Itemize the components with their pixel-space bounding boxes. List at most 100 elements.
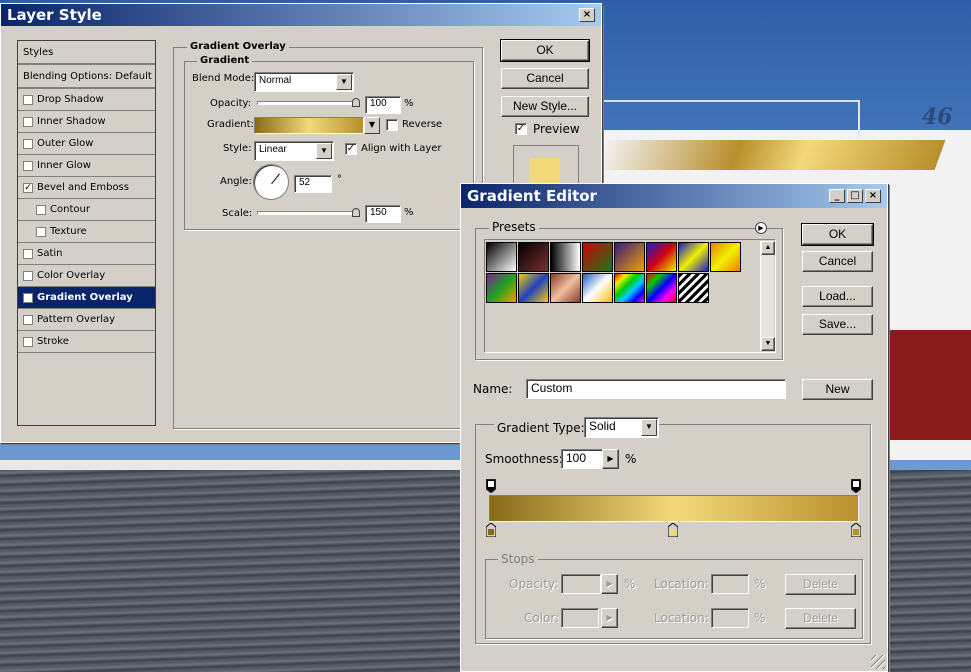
sidebar-item-bevel-and-emboss[interactable]: ✓ Bevel and Emboss (18, 177, 155, 199)
scale-slider-thumb[interactable] (352, 208, 360, 217)
layer-style-cancel-button[interactable]: Cancel (501, 68, 589, 89)
sidebar-checkbox[interactable] (23, 116, 33, 127)
layer-style-close-button[interactable]: × (579, 8, 595, 22)
sidebar-checkbox[interactable] (23, 138, 33, 149)
blend-mode-select[interactable]: Normal ▼ (254, 72, 354, 92)
delete-opacity-stop-button[interactable]: Delete (785, 574, 856, 595)
stop-opacity-location-input[interactable] (711, 574, 749, 594)
stop-color-arrow[interactable]: ▶ (601, 608, 618, 628)
sidebar-checkbox[interactable] (23, 314, 33, 325)
presets-menu-icon[interactable]: ▶ (755, 222, 767, 234)
style-select[interactable]: Linear ▼ (254, 141, 334, 161)
opacity-stop-right[interactable] (850, 478, 862, 494)
gradient-picker-arrow[interactable]: ▼ (364, 117, 380, 134)
stop-opacity-location-label: Location: (654, 577, 709, 591)
sidebar-item-satin[interactable]: Satin (18, 243, 155, 265)
gradient-type-select[interactable]: Solid ▼ (584, 417, 659, 438)
preset-swatch[interactable] (518, 273, 549, 303)
opacity-slider-thumb[interactable] (352, 98, 360, 107)
opacity-stop-left[interactable] (485, 478, 497, 494)
preset-swatch[interactable] (678, 273, 709, 303)
preset-swatch[interactable] (614, 242, 645, 272)
stop-opacity-arrow[interactable]: ▶ (601, 574, 618, 594)
save-button[interactable]: Save... (802, 314, 873, 335)
gradient-preview[interactable] (254, 117, 364, 134)
stop-color-swatch[interactable] (561, 608, 599, 628)
color-stop-middle[interactable] (667, 522, 679, 538)
preview-checkbox[interactable]: ✓ (515, 123, 527, 135)
maximize-button[interactable]: □ (847, 189, 863, 203)
opacity-slider[interactable] (257, 101, 359, 105)
preset-swatch[interactable] (582, 242, 613, 272)
chevron-down-icon[interactable]: ▼ (336, 74, 352, 90)
sidebar-checkbox[interactable]: ✓ (23, 292, 33, 303)
align-with-layer-checkbox[interactable]: ✓ (345, 143, 357, 155)
smoothness-input[interactable]: 100 (561, 449, 603, 469)
gradient-editor-cancel-button[interactable]: Cancel (802, 251, 873, 272)
sidebar-checkbox[interactable] (23, 248, 33, 259)
color-stop-left[interactable] (485, 522, 497, 538)
new-button[interactable]: New (802, 379, 873, 400)
preset-swatch[interactable] (550, 273, 581, 303)
sidebar-item-pattern-overlay[interactable]: Pattern Overlay (18, 309, 155, 331)
reverse-checkbox[interactable] (386, 119, 398, 131)
preset-swatch[interactable] (646, 273, 677, 303)
preset-swatch[interactable] (710, 242, 741, 272)
preset-swatch[interactable] (550, 242, 581, 272)
sidebar-item-blending-options-default[interactable]: Blending Options: Default (18, 65, 155, 89)
sidebar-item-inner-shadow[interactable]: Inner Shadow (18, 111, 155, 133)
preset-swatch[interactable] (678, 242, 709, 272)
resize-grip-icon[interactable] (871, 655, 885, 669)
sidebar-item-texture[interactable]: Texture (18, 221, 155, 243)
chevron-down-icon[interactable]: ▼ (316, 143, 332, 159)
color-stop-right[interactable] (850, 522, 862, 538)
minimize-button[interactable]: _ (829, 189, 845, 203)
sidebar-item-drop-shadow[interactable]: Drop Shadow (18, 89, 155, 111)
sidebar-checkbox[interactable] (36, 226, 46, 237)
sidebar-item-color-overlay[interactable]: Color Overlay (18, 265, 155, 287)
sidebar-item-gradient-overlay[interactable]: ✓ Gradient Overlay (18, 287, 155, 309)
sidebar-item-inner-glow[interactable]: Inner Glow (18, 155, 155, 177)
name-input[interactable]: Custom (526, 379, 786, 399)
preset-swatch[interactable] (486, 242, 517, 272)
chevron-down-icon[interactable]: ▼ (641, 419, 657, 436)
sidebar-item-label: Texture (50, 226, 87, 237)
preset-swatch[interactable] (486, 273, 517, 303)
preset-swatch[interactable] (582, 273, 613, 303)
sidebar-item-styles[interactable]: Styles (18, 41, 155, 65)
scale-input[interactable]: 150 (365, 205, 401, 223)
new-style-button[interactable]: New Style... (501, 96, 589, 117)
sidebar-checkbox[interactable] (23, 160, 33, 171)
sidebar-item-stroke[interactable]: Stroke (18, 331, 155, 353)
layer-style-titlebar[interactable]: Layer Style × (1, 4, 601, 26)
sidebar-item-label: Drop Shadow (37, 94, 104, 105)
sidebar-checkbox[interactable]: ✓ (23, 182, 33, 193)
sidebar-item-outer-glow[interactable]: Outer Glow (18, 133, 155, 155)
sidebar-checkbox[interactable] (23, 94, 33, 105)
preset-swatch[interactable] (518, 242, 549, 272)
gradient-editor-titlebar[interactable]: Gradient Editor _ □ × (461, 184, 887, 208)
opacity-input[interactable]: 100 (365, 96, 401, 114)
scroll-down-button[interactable]: ▼ (761, 337, 775, 351)
sidebar-checkbox[interactable] (23, 336, 33, 347)
preset-swatch[interactable] (646, 242, 677, 272)
delete-color-stop-button[interactable]: Delete (785, 608, 856, 629)
gradient-editor-ok-button[interactable]: OK (801, 223, 874, 246)
stop-opacity-input[interactable] (561, 574, 601, 594)
load-button[interactable]: Load... (802, 286, 873, 307)
stop-color-location-input[interactable] (711, 608, 749, 628)
sidebar-checkbox[interactable] (23, 270, 33, 281)
layer-style-ok-button[interactable]: OK (500, 39, 590, 62)
sidebar-checkbox[interactable] (36, 204, 46, 215)
smoothness-arrow-button[interactable]: ▶ (602, 449, 619, 469)
name-label: Name: (473, 382, 513, 396)
sidebar-item-contour[interactable]: Contour (18, 199, 155, 221)
gradient-bar[interactable] (489, 495, 859, 522)
angle-input[interactable]: 52 (294, 175, 332, 193)
angle-dial[interactable] (253, 164, 289, 200)
scroll-up-button[interactable]: ▲ (761, 241, 775, 255)
close-button[interactable]: × (865, 189, 881, 203)
preset-swatch[interactable] (614, 273, 645, 303)
presets-scrollbar[interactable]: ▲ ▼ (760, 241, 775, 351)
scale-slider[interactable] (257, 211, 359, 215)
